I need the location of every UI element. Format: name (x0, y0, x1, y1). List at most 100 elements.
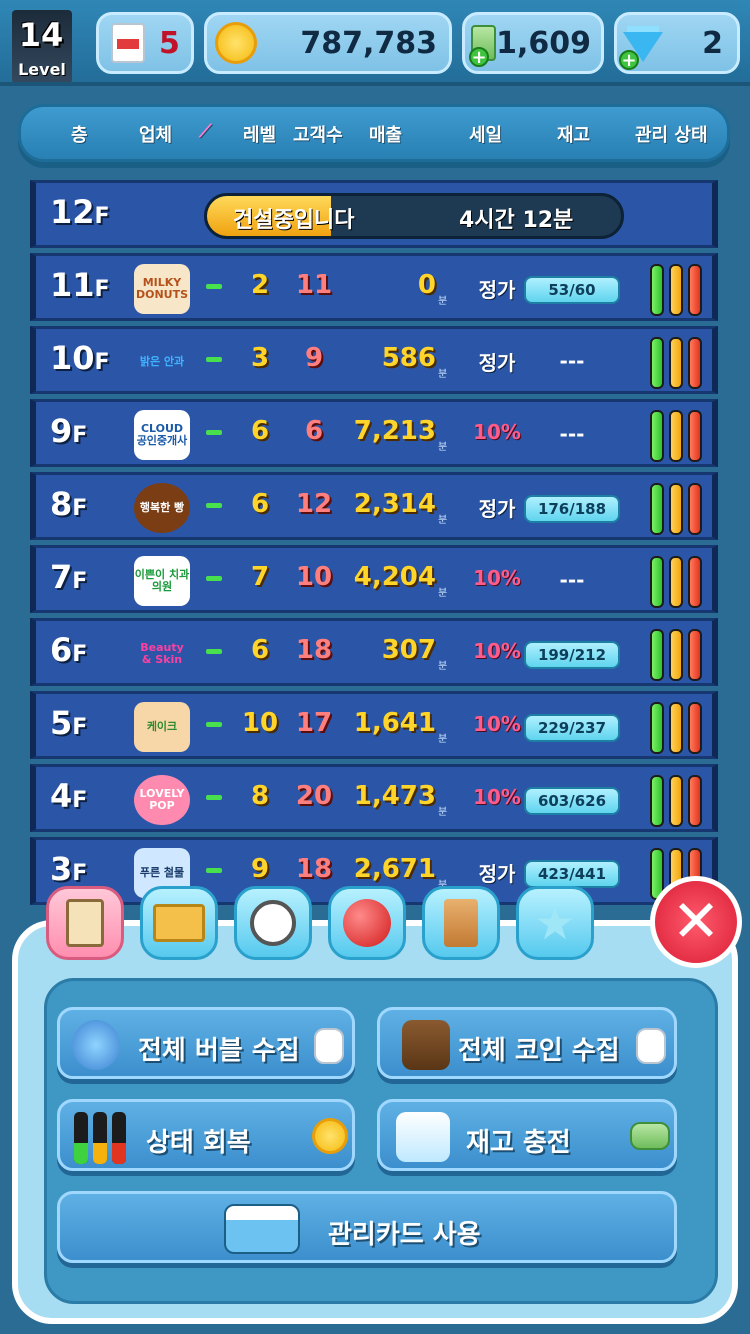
per-minute-unit: 분 (438, 296, 448, 307)
bubble-machine-icon (72, 1020, 120, 1070)
sale-status: 10% (473, 712, 521, 736)
business-level: 8 (250, 781, 270, 811)
collect-coins-label: 전체 코인 수집 (458, 1036, 620, 1066)
coin-machine-icon (402, 1020, 450, 1070)
stock-status: --- (559, 568, 585, 592)
business-level: 6 (250, 635, 270, 665)
top-resource-bar: 14 Level 5 787,783 + 1,609 + 2 (0, 0, 750, 86)
close-button[interactable]: ✕ (650, 876, 742, 968)
per-minute-unit: 분 (438, 442, 448, 453)
floor-row[interactable]: 7F 이쁜이 치과의원 7 10 4,204 분 10% --- (30, 545, 718, 613)
header-sale: 세일 (469, 125, 503, 146)
customer-count: 17 (295, 708, 333, 738)
milk-carton-icon (111, 23, 145, 63)
per-minute-unit: 분 (438, 734, 448, 745)
stock-status: 229/237 (524, 714, 620, 742)
chair-icon (444, 899, 478, 947)
player-level-label: Level (18, 60, 66, 79)
header-customers: 고객수 (293, 125, 343, 146)
sale-status: 10% (473, 785, 521, 809)
stock-status: --- (559, 349, 585, 373)
restock-button[interactable]: 재고 충전 (377, 1099, 677, 1171)
per-minute-unit: 분 (438, 369, 448, 380)
milk-carton-icon (636, 1028, 666, 1064)
status-bar-green (650, 556, 664, 608)
customer-count: 10 (295, 562, 333, 592)
restore-status-button[interactable]: 상태 회복 (57, 1099, 355, 1171)
status-bars (650, 264, 704, 316)
per-minute-unit: 분 (438, 588, 448, 599)
business-logo[interactable]: MILKY DONUTS (134, 264, 190, 314)
sales-value: 4,204 (353, 562, 436, 592)
milk-counter[interactable]: 5 (96, 12, 194, 74)
status-bars (650, 483, 704, 535)
cash-value: 1,609 (496, 25, 591, 61)
stopwatch-icon (250, 900, 296, 946)
tab-timer[interactable] (234, 886, 312, 960)
gem-value: 2 (702, 25, 723, 61)
business-logo[interactable]: Beauty & Skin (134, 629, 190, 679)
status-bar-yellow (669, 556, 683, 608)
floor-row[interactable]: 5F 케이크 10 17 1,641 분 10% 229/237 (30, 691, 718, 759)
tab-furniture[interactable] (422, 886, 500, 960)
tab-bubble[interactable] (328, 886, 406, 960)
collect-bubbles-button[interactable]: 전체 버블 수집 (57, 1007, 355, 1079)
business-logo[interactable]: 케이크 (134, 702, 190, 752)
status-bars-icon (74, 1112, 128, 1164)
business-logo[interactable]: 이쁜이 치과의원 (134, 556, 190, 606)
sales-value: 2,314 (353, 489, 436, 519)
status-bar-red (688, 264, 702, 316)
cash-counter[interactable]: + 1,609 (462, 12, 604, 74)
star-folder-icon (153, 904, 205, 942)
coin-counter[interactable]: 787,783 (204, 12, 452, 74)
floor-number: 9F (50, 412, 88, 450)
stock-status: 53/60 (524, 276, 620, 304)
status-bars (650, 556, 704, 608)
sale-status: 정가 (478, 351, 516, 375)
level-separator (206, 649, 222, 654)
floor-row[interactable]: 6F Beauty & Skin 6 18 307 분 10% 199/212 (30, 618, 718, 686)
header-status: 관리 상태 (635, 125, 708, 146)
gem-counter[interactable]: + 2 (614, 12, 740, 74)
floor-row[interactable]: 8F 행복한 빵 6 12 2,314 분 정가 176/188 (30, 472, 718, 540)
business-level: 6 (250, 416, 270, 446)
customer-count: 11 (295, 270, 333, 300)
sort-sparkle-icon[interactable]: ⟋ (199, 121, 212, 142)
floor-number: 8F (50, 485, 88, 523)
business-logo[interactable]: 밝은 안과 (134, 337, 190, 387)
sale-status: 10% (473, 566, 521, 590)
sale-status: 10% (473, 420, 521, 444)
collect-coins-button[interactable]: 전체 코인 수집 (377, 1007, 677, 1079)
stock-status: 199/212 (524, 641, 620, 669)
status-bar-yellow (669, 702, 683, 754)
floor-number: 4F (50, 777, 88, 815)
business-logo[interactable]: LOVELY POP (134, 775, 190, 825)
tab-favorite[interactable]: ★ (516, 886, 594, 960)
floor-row[interactable]: 4F LOVELY POP 8 20 1,473 분 10% 603/626 (30, 764, 718, 832)
status-bar-red (688, 556, 702, 608)
level-separator (206, 357, 222, 362)
status-bars (650, 775, 704, 827)
floor-row[interactable]: 10F 밝은 안과 3 9 586 분 정가 --- (30, 326, 718, 394)
header-business: 업체 (139, 125, 173, 146)
player-level-value: 14 (18, 16, 64, 54)
tab-management[interactable] (46, 886, 124, 960)
floor-table: 층 업체 ⟋ 레벨 고객수 매출 세일 재고 관리 상태 12F 건설중입니다 … (18, 100, 730, 905)
business-level: 10 (241, 708, 279, 738)
business-logo[interactable]: 행복한 빵 (134, 483, 190, 533)
player-level-badge[interactable]: 14 Level (6, 6, 76, 82)
collect-bubbles-label: 전체 버블 수집 (138, 1036, 300, 1066)
floor-row[interactable]: 11F MILKY DONUTS 2 11 0 분 정가 53/60 (30, 253, 718, 321)
plus-icon: + (469, 47, 489, 67)
status-bar-yellow (669, 483, 683, 535)
floor-row[interactable]: 9F CLOUD 공인중개사 6 6 7,213 분 10% --- (30, 399, 718, 467)
business-logo[interactable]: CLOUD 공인중개사 (134, 410, 190, 460)
use-management-card-button[interactable]: 관리카드 사용 (57, 1191, 677, 1263)
floor-number: 7F (50, 558, 88, 596)
level-separator (206, 722, 222, 727)
management-panel-inner: 전체 버블 수집 전체 코인 수집 상태 회복 재고 충전 관리카드 사용 (44, 978, 718, 1304)
tab-collection[interactable] (140, 886, 218, 960)
diamond-icon: + (619, 26, 663, 70)
floor-row-construction[interactable]: 12F 건설중입니다 4시간 12분 (30, 180, 718, 248)
floor-number: 10F (50, 339, 110, 377)
